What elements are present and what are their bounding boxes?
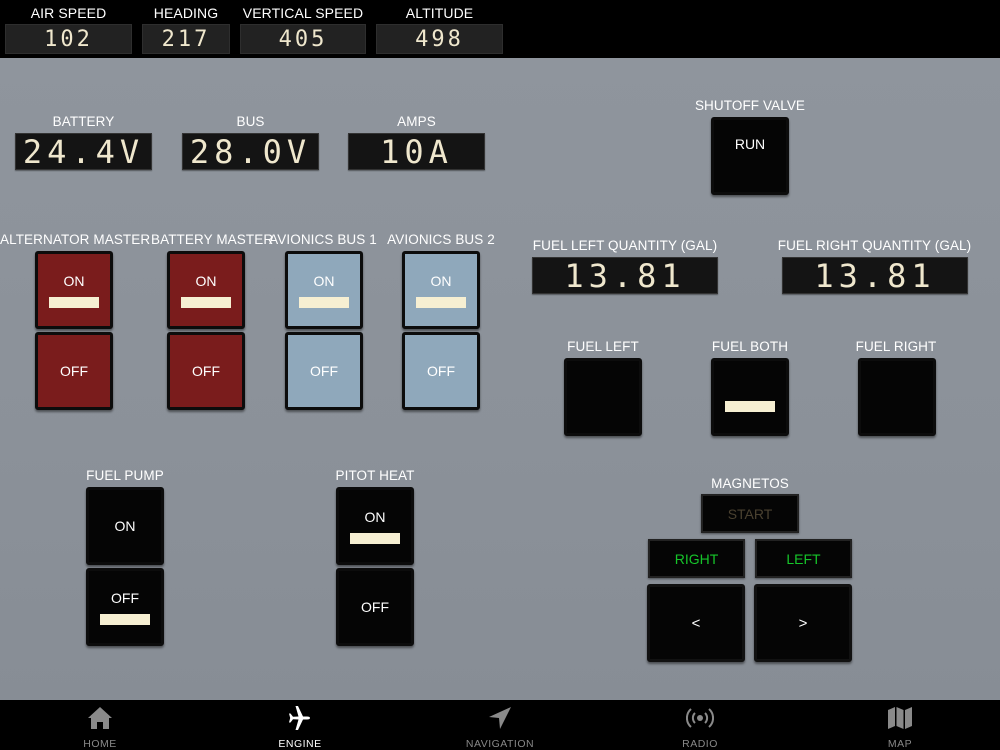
tab-engine[interactable]: ENGINE bbox=[200, 700, 400, 750]
alternator-master-label: ALTERNATOR MASTER bbox=[0, 232, 151, 247]
avionics-bus-1-off-label: OFF bbox=[310, 363, 338, 379]
tab-navigation-label: NAVIGATION bbox=[465, 738, 535, 750]
alternator-master-off-label: OFF bbox=[60, 363, 88, 379]
alternator-master-on-button[interactable]: ON bbox=[35, 251, 113, 329]
battery-voltage-label: BATTERY bbox=[52, 114, 115, 129]
battery-voltage-display: 24.4V bbox=[15, 133, 152, 171]
magnetos-label: MAGNETOS bbox=[711, 476, 789, 491]
avionics-bus-2-on-label: ON bbox=[430, 272, 452, 289]
fuel-pump-off-button[interactable]: OFF bbox=[86, 568, 164, 646]
fuel-right-quantity-display: 13.81 bbox=[782, 257, 968, 295]
fuel-left-label: FUEL LEFT bbox=[567, 339, 639, 354]
airplane-icon bbox=[286, 705, 314, 734]
avionics-bus-1-label: AVIONICS BUS 1 bbox=[269, 232, 377, 247]
avionics-bus-1-on-label: ON bbox=[313, 272, 335, 289]
magneto-right-button[interactable]: RIGHT bbox=[648, 539, 745, 578]
avionics-bus-2-label: AVIONICS BUS 2 bbox=[387, 232, 495, 247]
alternator-master-off-button[interactable]: OFF bbox=[35, 332, 113, 410]
navigation-arrow-icon bbox=[486, 705, 514, 734]
avionics-bus-1-on-button[interactable]: ON bbox=[285, 251, 363, 329]
vertical-speed-label: VERTICAL SPEED bbox=[242, 5, 364, 21]
fuel-right-button[interactable] bbox=[858, 358, 936, 436]
battery-master-off-label: OFF bbox=[192, 363, 220, 379]
battery-master-off-button[interactable]: OFF bbox=[167, 332, 245, 410]
avionics-bus-2-on-button[interactable]: ON bbox=[402, 251, 480, 329]
tab-radio[interactable]: RADIO bbox=[600, 700, 800, 750]
shutoff-valve-button[interactable]: RUN bbox=[711, 117, 789, 195]
flight-instrument-bar: AIR SPEED 102 HEADING 217 VERTICAL SPEED… bbox=[0, 0, 1000, 58]
pitot-heat-on-indicator bbox=[350, 532, 400, 544]
battery-master-on-label: ON bbox=[195, 272, 217, 289]
battery-master-label: BATTERY MASTER bbox=[151, 232, 274, 247]
magneto-decrease-button[interactable]: < bbox=[647, 584, 745, 662]
avionics-bus-2-off-button[interactable]: OFF bbox=[402, 332, 480, 410]
fuel-left-button[interactable] bbox=[564, 358, 642, 436]
tab-home-label: HOME bbox=[83, 738, 117, 750]
pitot-heat-label: PITOT HEAT bbox=[335, 468, 415, 483]
radio-signal-icon bbox=[685, 705, 715, 734]
magneto-increase-button[interactable]: > bbox=[754, 584, 852, 662]
alternator-master-on-indicator bbox=[49, 296, 99, 308]
vertical-speed-display: 405 bbox=[240, 24, 366, 54]
fuel-pump-label: FUEL PUMP bbox=[86, 468, 164, 483]
bus-voltage-display: 28.0V bbox=[182, 133, 319, 171]
fuel-pump-on-button[interactable]: ON bbox=[86, 487, 164, 565]
air-speed-label: AIR SPEED bbox=[30, 5, 107, 21]
shutoff-valve-label: SHUTOFF VALVE bbox=[694, 98, 806, 113]
pitot-heat-on-label: ON bbox=[364, 508, 386, 525]
avionics-bus-2-off-label: OFF bbox=[427, 363, 455, 379]
fuel-pump-off-label: OFF bbox=[111, 589, 139, 606]
fuel-right-label: FUEL RIGHT bbox=[855, 339, 937, 354]
avionics-bus-1-off-button[interactable]: OFF bbox=[285, 332, 363, 410]
tab-map[interactable]: MAP bbox=[800, 700, 1000, 750]
bus-voltage-label: BUS bbox=[236, 114, 265, 129]
fuel-pump-off-indicator bbox=[100, 613, 150, 625]
fuel-both-indicator bbox=[725, 400, 775, 412]
pitot-heat-off-button[interactable]: OFF bbox=[336, 568, 414, 646]
avionics-bus-1-on-indicator bbox=[299, 296, 349, 308]
amps-display: 10A bbox=[348, 133, 485, 171]
fuel-pump-on-label: ON bbox=[114, 518, 136, 534]
tab-map-label: MAP bbox=[887, 738, 913, 750]
fuel-left-quantity-display: 13.81 bbox=[532, 257, 718, 295]
battery-master-on-indicator bbox=[181, 296, 231, 308]
shutoff-valve-button-label: RUN bbox=[734, 136, 766, 152]
tab-radio-label: RADIO bbox=[682, 738, 718, 750]
alternator-master-on-label: ON bbox=[63, 272, 85, 289]
battery-master-on-button[interactable]: ON bbox=[167, 251, 245, 329]
tab-home[interactable]: HOME bbox=[0, 700, 200, 750]
heading-label: HEADING bbox=[153, 5, 219, 21]
fuel-both-button[interactable] bbox=[711, 358, 789, 436]
air-speed-display: 102 bbox=[5, 24, 132, 54]
heading-display: 217 bbox=[142, 24, 230, 54]
pitot-heat-on-button[interactable]: ON bbox=[336, 487, 414, 565]
map-icon bbox=[886, 705, 914, 734]
altitude-label: ALTITUDE bbox=[405, 5, 474, 21]
altitude-display: 498 bbox=[376, 24, 503, 54]
pitot-heat-off-label: OFF bbox=[361, 599, 389, 615]
avionics-bus-2-on-indicator bbox=[416, 296, 466, 308]
fuel-both-label: FUEL BOTH bbox=[711, 339, 789, 354]
amps-label: AMPS bbox=[397, 114, 436, 129]
magneto-left-button[interactable]: LEFT bbox=[755, 539, 852, 578]
bottom-tab-bar: HOME ENGINE NAVIGATION RADIO MAP bbox=[0, 700, 1000, 750]
tab-navigation[interactable]: NAVIGATION bbox=[400, 700, 600, 750]
fuel-left-quantity-label: FUEL LEFT QUANTITY (GAL) bbox=[532, 238, 718, 253]
fuel-right-quantity-label: FUEL RIGHT QUANTITY (GAL) bbox=[777, 238, 972, 253]
tab-engine-label: ENGINE bbox=[278, 738, 322, 750]
home-icon bbox=[86, 705, 114, 734]
magneto-start-button[interactable]: START bbox=[701, 494, 799, 533]
